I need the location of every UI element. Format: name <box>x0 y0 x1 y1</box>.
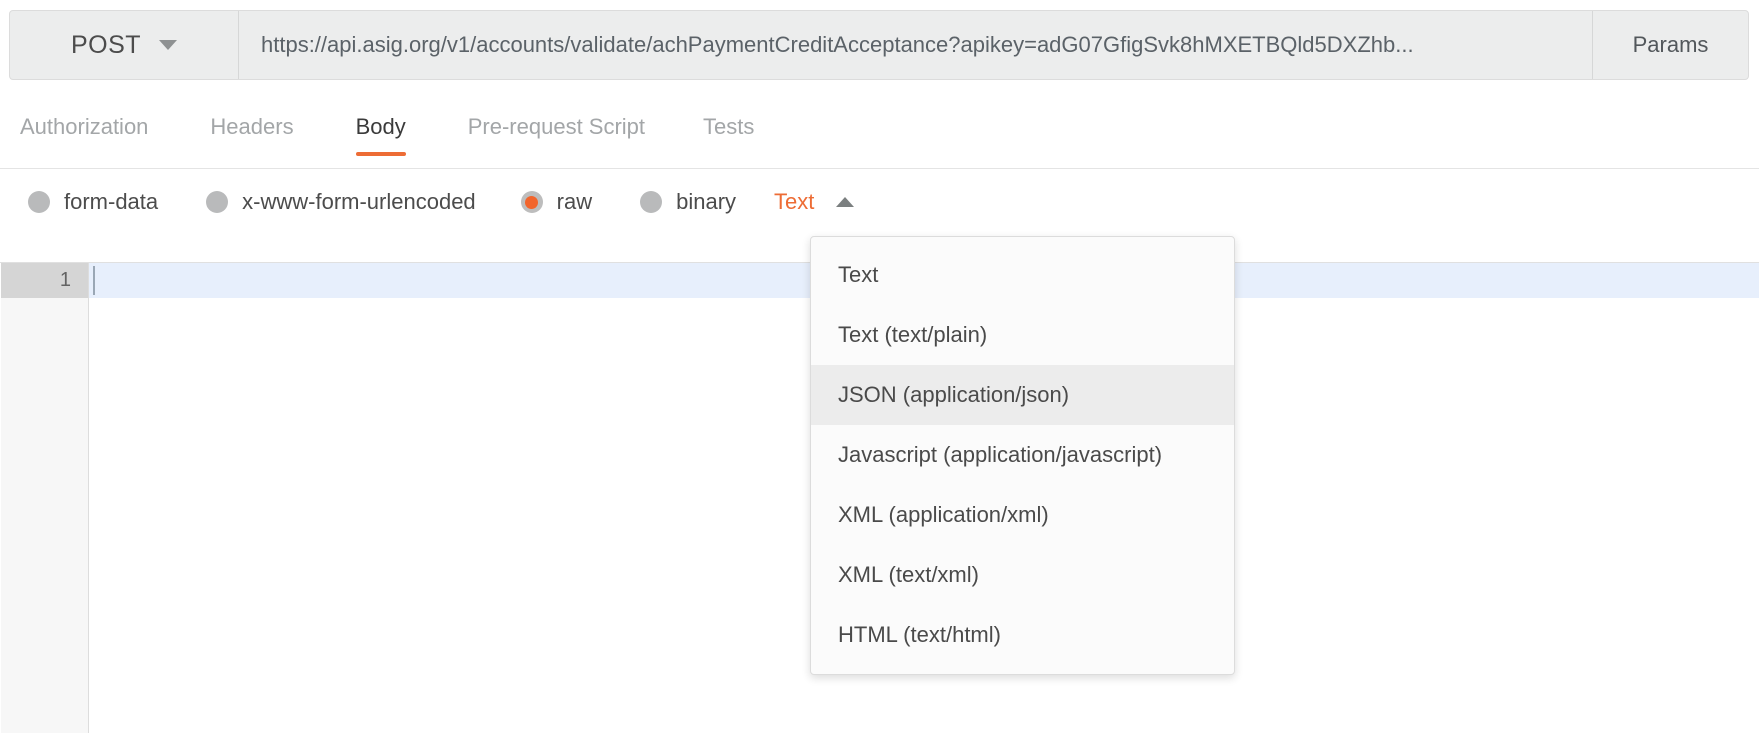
radio-form-data[interactable]: form-data <box>28 189 158 215</box>
content-type-dropdown-menu: Text Text (text/plain) JSON (application… <box>810 236 1235 675</box>
dropdown-item-xml-application[interactable]: XML (application/xml) <box>811 485 1234 545</box>
radio-form-data-label: form-data <box>64 189 159 214</box>
request-tabs: Authorization Headers Body Pre-request S… <box>0 103 1759 169</box>
dropdown-item-label: Text <box>838 262 879 287</box>
http-method-selector[interactable]: POST <box>10 11 239 79</box>
dropdown-item-label: XML (text/xml) <box>838 562 979 587</box>
radio-icon <box>28 191 50 213</box>
editor-gutter: 1 <box>1 263 89 733</box>
tab-tests[interactable]: Tests <box>703 103 754 156</box>
tab-pre-request-script-label: Pre-request Script <box>467 114 646 139</box>
radio-selected-icon <box>520 191 543 213</box>
url-input[interactable]: https://api.asig.org/v1/accounts/validat… <box>239 11 1593 79</box>
dropdown-item-text-plain[interactable]: Text (text/plain) <box>811 305 1234 365</box>
dropdown-item-label: Javascript (application/javascript) <box>838 442 1163 467</box>
chevron-up-icon <box>836 197 855 207</box>
tab-pre-request-script[interactable]: Pre-request Script <box>468 103 645 156</box>
tab-authorization[interactable]: Authorization <box>20 103 148 156</box>
dropdown-item-text[interactable]: Text <box>811 245 1234 305</box>
active-tab-underline <box>355 152 406 156</box>
content-type-select-value: Text <box>774 189 815 214</box>
dropdown-item-label: HTML (text/html) <box>838 622 1001 647</box>
content-type-select[interactable]: Text <box>774 189 855 215</box>
http-method-label: POST <box>70 30 142 59</box>
tab-body[interactable]: Body <box>355 103 406 156</box>
tab-body-label: Body <box>355 114 406 139</box>
dropdown-item-json[interactable]: JSON (application/json) <box>811 365 1234 425</box>
tab-authorization-label: Authorization <box>20 114 149 139</box>
radio-raw[interactable]: raw <box>520 189 593 215</box>
tab-headers-label: Headers <box>210 114 294 139</box>
radio-raw-label: raw <box>556 189 593 214</box>
radio-x-www-form-urlencoded[interactable]: x-www-form-urlencoded <box>206 189 476 215</box>
dropdown-item-label: XML (application/xml) <box>838 502 1049 527</box>
text-cursor <box>93 266 95 295</box>
dropdown-item-label: JSON (application/json) <box>838 382 1070 407</box>
dropdown-item-label: Text (text/plain) <box>838 322 988 347</box>
tab-tests-label: Tests <box>703 114 755 139</box>
url-text: https://api.asig.org/v1/accounts/validat… <box>261 32 1414 57</box>
radio-x-www-form-urlencoded-label: x-www-form-urlencoded <box>242 189 476 214</box>
request-url-bar: POST https://api.asig.org/v1/accounts/va… <box>9 10 1749 80</box>
radio-binary-label: binary <box>676 189 737 214</box>
line-number: 1 <box>59 269 71 291</box>
dropdown-item-xml-text[interactable]: XML (text/xml) <box>811 545 1234 605</box>
dropdown-item-javascript[interactable]: Javascript (application/javascript) <box>811 425 1234 485</box>
radio-icon <box>640 191 663 213</box>
chevron-down-icon <box>159 40 178 50</box>
radio-icon <box>206 191 229 213</box>
tab-headers[interactable]: Headers <box>210 103 293 156</box>
dropdown-item-html[interactable]: HTML (text/html) <box>811 605 1234 665</box>
params-label: Params <box>1632 32 1709 57</box>
body-type-row: form-data x-www-form-urlencoded raw bina… <box>0 172 1759 232</box>
radio-binary[interactable]: binary <box>640 189 736 215</box>
params-button[interactable]: Params <box>1593 11 1748 79</box>
gutter-active-line: 1 <box>1 263 88 298</box>
